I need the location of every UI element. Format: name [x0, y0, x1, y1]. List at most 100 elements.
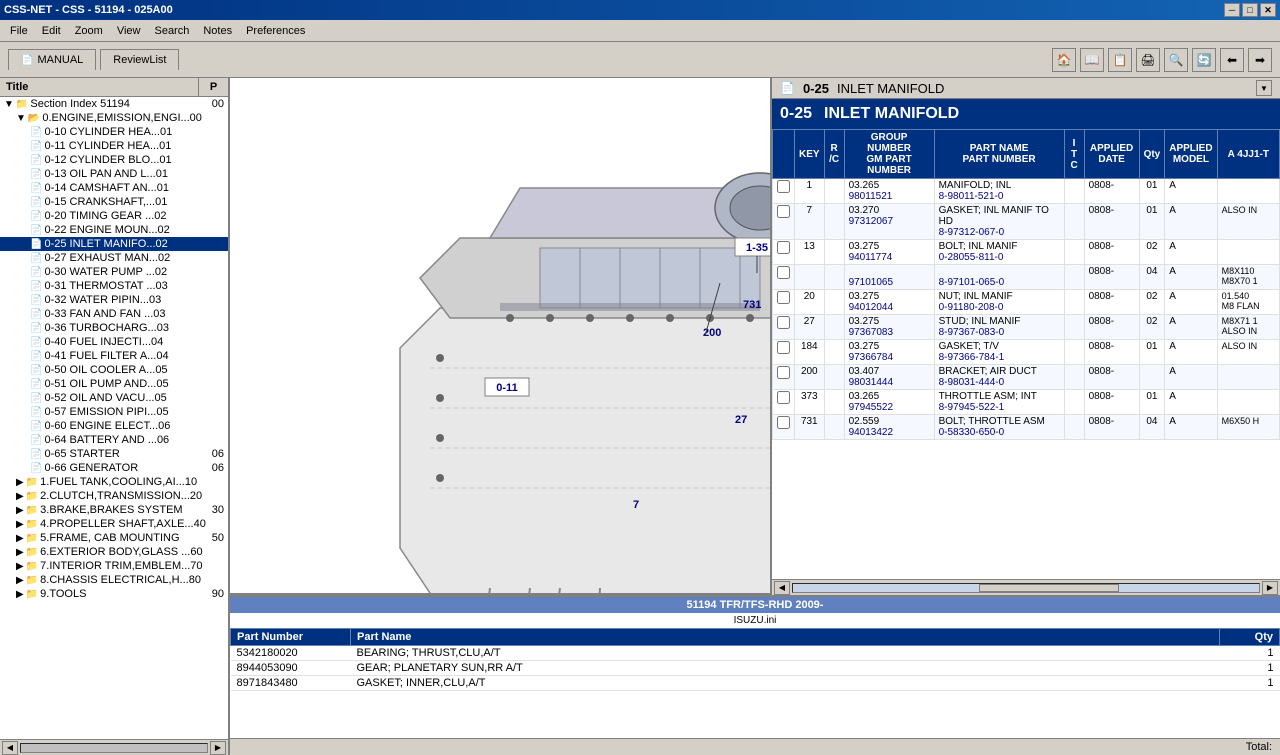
table-row[interactable]: 1 03.26598011521 MANIFOLD; INL8-98011-52… — [773, 179, 1280, 204]
close-button[interactable]: ✕ — [1260, 3, 1276, 17]
table-row[interactable]: 5342180020 BEARING; THRUST,CLU,A/T 1 — [231, 646, 1280, 661]
list-item[interactable]: ▶ 📁 3.BRAKE,BRAKES SYSTEM 30 — [0, 503, 228, 517]
list-item[interactable]: 📄 0-13 OIL PAN AND L...01 — [0, 167, 228, 181]
list-item[interactable]: ▶ 📁 5.FRAME, CAB MOUNTING 50 — [0, 531, 228, 545]
back-button[interactable]: ⬅ — [1220, 48, 1244, 72]
menu-edit[interactable]: Edit — [36, 23, 67, 39]
list-item[interactable]: 📄 0-27 EXHAUST MAN...02 — [0, 251, 228, 265]
print-button[interactable]: 🖨 — [1136, 48, 1160, 72]
list-item[interactable]: 📄 0-31 THERMOSTAT ...03 — [0, 279, 228, 293]
scroll-left-button[interactable]: ◀ — [2, 741, 18, 755]
tab-manual[interactable]: 📄 MANUAL — [8, 49, 96, 70]
table-row[interactable]: 200 03.40798031444 BRACKET; AIR DUCT8-98… — [773, 365, 1280, 390]
list-item[interactable]: 📄 0-64 BATTERY AND ...06 — [0, 433, 228, 447]
scroll-right-button[interactable]: ▶ — [1262, 581, 1278, 595]
scroll-thumb[interactable] — [979, 584, 1119, 592]
row-checkbox[interactable] — [777, 205, 790, 218]
row-checkbox[interactable] — [777, 316, 790, 329]
doc-icon: 📄 — [30, 239, 42, 250]
table-row[interactable]: 184 03.27597366784 GASKET; T/V8-97366-78… — [773, 340, 1280, 365]
list-item[interactable]: 📄 0-57 EMISSION PIPI...05 — [0, 405, 228, 419]
list-item[interactable]: 📄 0-32 WATER PIPIN...03 — [0, 293, 228, 307]
tree-item-section[interactable]: ▼ 📁 Section Index 51194 00 — [0, 97, 228, 111]
list-item-selected[interactable]: 📄 0-25 INLET MANIFO...02 — [0, 237, 228, 251]
scroll-right-button[interactable]: ▶ — [210, 741, 226, 755]
row-checkbox[interactable] — [777, 341, 790, 354]
search-button[interactable]: 🔍 — [1164, 48, 1188, 72]
list-item[interactable]: 📄 0-51 OIL PUMP AND...05 — [0, 377, 228, 391]
folder-icon: 📁 — [26, 533, 38, 544]
menu-file[interactable]: File — [4, 23, 34, 39]
table-row[interactable]: 13 03.27594011774 BOLT; INL MANIF0-28055… — [773, 240, 1280, 265]
list-item[interactable]: 📄 0-14 CAMSHAFT AN...01 — [0, 181, 228, 195]
list-item[interactable]: 📄 0-33 FAN AND FAN ...03 — [0, 307, 228, 321]
table-row[interactable]: 8944053090 GEAR; PLANETARY SUN,RR A/T 1 — [231, 661, 1280, 676]
list-item[interactable]: 📄 0-15 CRANKSHAFT,...01 — [0, 195, 228, 209]
doc-icon: 📄 — [30, 421, 42, 432]
list-item[interactable]: 📄 0-41 FUEL FILTER A...04 — [0, 349, 228, 363]
doc-icon: 📄 — [30, 141, 42, 152]
list-item[interactable]: 📄 0-36 TURBOCHARG...03 — [0, 321, 228, 335]
table-row[interactable]: 373 03.26597945522 THROTTLE ASM; INT8-97… — [773, 390, 1280, 415]
doc-icon: 📄 — [30, 351, 42, 362]
list-item[interactable]: 📄 0-66 GENERATOR 06 — [0, 461, 228, 475]
forward-button[interactable]: ➡ — [1248, 48, 1272, 72]
open-book-button[interactable]: 📖 — [1080, 48, 1104, 72]
list-item[interactable]: 📄 0-40 FUEL INJECTI...04 — [0, 335, 228, 349]
tree-horizontal-scrollbar[interactable]: ◀ ▶ — [0, 739, 228, 755]
row-checkbox[interactable] — [777, 291, 790, 304]
list-item[interactable]: ▶ 📁 1.FUEL TANK,COOLING,AI...10 — [0, 475, 228, 489]
bottom-table-container[interactable]: Part Number Part Name Qty 5342180020 BEA… — [230, 628, 1280, 738]
table-row[interactable]: 731 02.55994013422 BOLT; THROTTLE ASM0-5… — [773, 415, 1280, 440]
parts-table-container[interactable]: KEY R/C GROUP NUMBERGM PART NUMBER PART … — [772, 129, 1280, 579]
table-row[interactable]: 27 03.27597367083 STUD; INL MANIF8-97367… — [773, 315, 1280, 340]
scroll-track[interactable] — [20, 743, 208, 753]
page-button[interactable]: 📋 — [1108, 48, 1132, 72]
maximize-button[interactable]: □ — [1242, 3, 1258, 17]
table-row[interactable]: 7 03.27097312067 GASKET; INL MANIF TO HD… — [773, 204, 1280, 240]
table-row[interactable]: 97101065 8-97101-065-0 0808- 04 A M8X110… — [773, 265, 1280, 290]
list-item[interactable]: 📄 0-50 OIL COOLER A...05 — [0, 363, 228, 377]
row-checkbox[interactable] — [777, 180, 790, 193]
row-checkbox[interactable] — [777, 391, 790, 404]
list-item[interactable]: ▶ 📁 4.PROPELLER SHAFT,AXLE...40 — [0, 517, 228, 531]
home-button[interactable]: 🏠 — [1052, 48, 1076, 72]
list-item[interactable]: 📄 0-11 CYLINDER HEA...01 — [0, 139, 228, 153]
menu-view[interactable]: View — [111, 23, 147, 39]
refresh-button[interactable]: 🔄 — [1192, 48, 1216, 72]
menu-zoom[interactable]: Zoom — [69, 23, 109, 39]
list-item[interactable]: 📄 0-20 TIMING GEAR ...02 — [0, 209, 228, 223]
tab-reviewlist[interactable]: ReviewList — [100, 49, 179, 70]
menu-notes[interactable]: Notes — [197, 23, 238, 39]
list-item[interactable]: 📄 0-12 CYLINDER BLO...01 — [0, 153, 228, 167]
menu-preferences[interactable]: Preferences — [240, 23, 311, 39]
tree-item-label: 0-31 THERMOSTAT ...03 — [44, 280, 226, 292]
tree-item-engine[interactable]: ▼ 📂 0.ENGINE,EMISSION,ENGI...00 — [0, 111, 228, 125]
list-item[interactable]: 📄 0-65 STARTER 06 — [0, 447, 228, 461]
tree-body[interactable]: ▼ 📁 Section Index 51194 00 ▼ 📂 0.ENGINE,… — [0, 97, 228, 739]
table-row[interactable]: 8971843480 GASKET; INNER,CLU,A/T 1 — [231, 676, 1280, 691]
list-item[interactable]: ▶ 📁 8.CHASSIS ELECTRICAL,H...80 — [0, 573, 228, 587]
parts-dropdown-button[interactable]: ▼ — [1256, 80, 1272, 96]
scroll-left-button[interactable]: ◀ — [774, 581, 790, 595]
list-item[interactable]: 📄 0-22 ENGINE MOUN...02 — [0, 223, 228, 237]
list-item[interactable]: 📄 0-10 CYLINDER HEA...01 — [0, 125, 228, 139]
list-item[interactable]: ▶ 📁 6.EXTERIOR BODY,GLASS ...60 — [0, 545, 228, 559]
list-item[interactable]: ▶ 📁 7.INTERIOR TRIM,EMBLEM...70 — [0, 559, 228, 573]
row-checkbox[interactable] — [777, 366, 790, 379]
table-row[interactable]: 20 03.27594012044 NUT; INL MANIF0-91180-… — [773, 290, 1280, 315]
list-item[interactable]: ▶ 📁 9.TOOLS 90 — [0, 587, 228, 601]
minimize-button[interactable]: ─ — [1224, 3, 1240, 17]
parts-horizontal-scrollbar[interactable]: ◀ ▶ — [772, 579, 1280, 595]
list-item[interactable]: 📄 0-30 WATER PUMP ...02 — [0, 265, 228, 279]
list-item[interactable]: ▶ 📁 2.CLUTCH,TRANSMISSION...20 — [0, 489, 228, 503]
menu-search[interactable]: Search — [148, 23, 195, 39]
rc-cell — [824, 204, 844, 240]
row-checkbox[interactable] — [777, 266, 790, 279]
row-checkbox[interactable] — [777, 416, 790, 429]
model-cell: A — [1165, 240, 1217, 265]
scroll-track[interactable] — [792, 583, 1260, 593]
row-checkbox[interactable] — [777, 241, 790, 254]
list-item[interactable]: 📄 0-52 OIL AND VACU...05 — [0, 391, 228, 405]
list-item[interactable]: 📄 0-60 ENGINE ELECT...06 — [0, 419, 228, 433]
